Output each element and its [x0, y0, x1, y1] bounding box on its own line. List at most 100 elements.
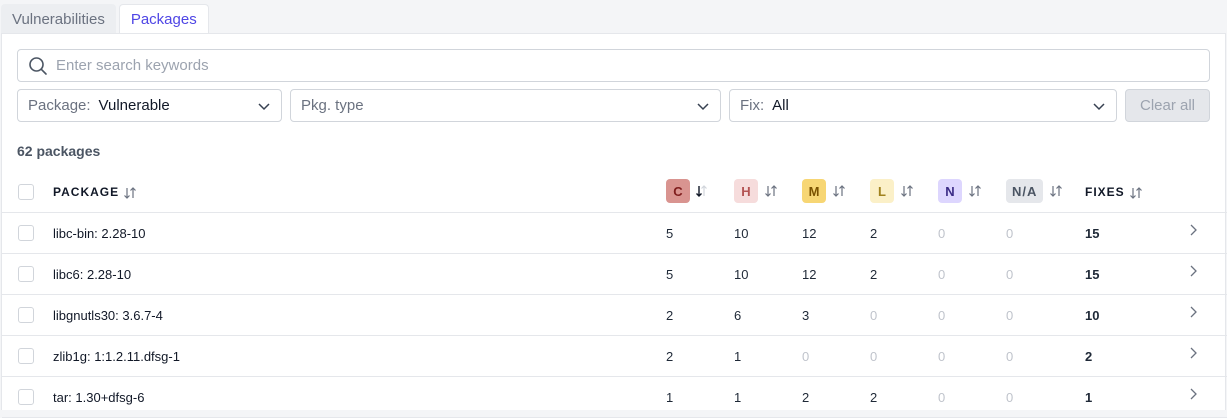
fixes-count: 10: [1085, 308, 1100, 323]
medium-badge: M: [802, 179, 826, 203]
search-icon: [29, 56, 47, 75]
count-na: 0: [1006, 226, 1014, 241]
count-l: 2: [870, 267, 878, 282]
tab-packages[interactable]: Packages: [118, 4, 209, 34]
count-n: 0: [938, 390, 946, 405]
tab-vulnerabilities[interactable]: Vulnerabilities: [1, 4, 116, 34]
chevron-right-icon[interactable]: [1187, 387, 1199, 401]
package-filter-value: Vulnerable: [98, 97, 170, 114]
fix-filter-label: Fix:: [740, 97, 765, 114]
column-header-fixes-label: FIXES: [1085, 185, 1125, 199]
column-header-na[interactable]: N/A: [1006, 179, 1063, 203]
count-m: 3: [802, 308, 810, 323]
column-header-fixes[interactable]: FIXES: [1085, 185, 1143, 200]
table-row[interactable]: libc6: 2.28-10 5 10 12 2 0 0 15: [2, 254, 1227, 295]
package-count: 62 packages: [17, 143, 101, 159]
low-badge: L: [870, 179, 894, 203]
table-row[interactable]: zlib1g: 1:1.2.11.dfsg-1 2 1 0 0 0 0 2: [2, 336, 1227, 377]
count-c: 2: [666, 308, 674, 323]
row-checkbox[interactable]: [18, 307, 34, 323]
sort-icon[interactable]: [764, 184, 778, 198]
select-all-checkbox[interactable]: [18, 184, 34, 200]
column-header-medium[interactable]: M: [802, 179, 846, 203]
count-m: 0: [802, 349, 810, 364]
package-name: zlib1g: 1:1.2.11.dfsg-1: [53, 349, 180, 364]
count-l: 0: [870, 349, 878, 364]
chevron-right-icon[interactable]: [1187, 264, 1199, 278]
fix-filter-value: All: [772, 97, 789, 114]
count-c: 5: [666, 226, 674, 241]
chevron-right-icon[interactable]: [1187, 223, 1199, 237]
search-box[interactable]: [17, 49, 1210, 82]
count-h: 10: [734, 267, 749, 282]
table-header: PACKAGE C H M L N N/A FIXES: [2, 171, 1227, 213]
row-checkbox[interactable]: [18, 348, 34, 364]
chevron-down-icon: [258, 103, 270, 111]
fixes-count: 15: [1085, 267, 1100, 282]
package-name: libc6: 2.28-10: [53, 267, 132, 282]
count-m: 12: [802, 226, 817, 241]
sort-icon[interactable]: [900, 184, 914, 198]
count-n: 0: [938, 226, 946, 241]
count-n: 0: [938, 267, 946, 282]
table-row[interactable]: libgnutls30: 3.6.7-4 2 6 3 0 0 0 10: [2, 295, 1227, 336]
count-m: 12: [802, 267, 817, 282]
negligible-badge: N: [938, 179, 962, 203]
count-na: 0: [1006, 308, 1014, 323]
count-c: 1: [666, 390, 674, 405]
count-l: 2: [870, 226, 878, 241]
pkg-type-filter-select[interactable]: Pkg. type: [290, 89, 721, 122]
row-checkbox[interactable]: [18, 389, 34, 405]
row-checkbox[interactable]: [18, 225, 34, 241]
count-h: 6: [734, 308, 742, 323]
count-na: 0: [1006, 267, 1014, 282]
count-n: 0: [938, 308, 946, 323]
chevron-right-icon[interactable]: [1187, 346, 1199, 360]
sort-desc-icon[interactable]: [694, 184, 708, 198]
na-badge: N/A: [1006, 179, 1044, 203]
count-h: 1: [734, 349, 742, 364]
high-badge: H: [734, 179, 758, 203]
tab-bar: Vulnerabilities Packages: [0, 0, 1227, 34]
column-header-low[interactable]: L: [870, 179, 914, 203]
count-na: 0: [1006, 349, 1014, 364]
package-filter-label: Package:: [28, 97, 91, 114]
table-row[interactable]: tar: 1.30+dfsg-6 1 1 2 2 0 0 1: [2, 377, 1227, 418]
clear-all-button[interactable]: Clear all: [1125, 89, 1210, 122]
chevron-down-icon: [697, 103, 709, 111]
fixes-count: 1: [1085, 390, 1093, 405]
count-h: 10: [734, 226, 749, 241]
count-l: 2: [870, 390, 878, 405]
column-header-package[interactable]: PACKAGE: [53, 185, 137, 200]
column-header-high[interactable]: H: [734, 179, 778, 203]
table-row[interactable]: libc-bin: 2.28-10 5 10 12 2 0 0 15: [2, 213, 1227, 254]
count-na: 0: [1006, 390, 1014, 405]
count-h: 1: [734, 390, 742, 405]
pkg-type-placeholder: Pkg. type: [301, 97, 364, 114]
row-checkbox[interactable]: [18, 266, 34, 282]
chevron-right-icon[interactable]: [1187, 305, 1199, 319]
package-name: tar: 1.30+dfsg-6: [53, 390, 145, 405]
packages-panel: Package: Vulnerable Pkg. type Fix: All C…: [1, 33, 1227, 418]
column-header-critical[interactable]: C: [666, 179, 708, 203]
critical-badge: C: [666, 179, 690, 203]
sort-icon[interactable]: [832, 184, 846, 198]
chevron-down-icon: [1093, 103, 1105, 111]
count-n: 0: [938, 349, 946, 364]
column-header-package-label: PACKAGE: [53, 185, 120, 199]
sort-icon[interactable]: [1129, 186, 1143, 200]
package-name: libgnutls30: 3.6.7-4: [53, 308, 163, 323]
fix-filter-select[interactable]: Fix: All: [729, 89, 1117, 122]
fixes-count: 2: [1085, 349, 1093, 364]
sort-icon[interactable]: [123, 186, 137, 200]
sort-icon[interactable]: [968, 184, 982, 198]
sort-icon[interactable]: [1049, 184, 1063, 198]
count-c: 2: [666, 349, 674, 364]
package-name: libc-bin: 2.28-10: [53, 226, 146, 241]
search-input[interactable]: [56, 57, 1156, 74]
count-c: 5: [666, 267, 674, 282]
package-filter-select[interactable]: Package: Vulnerable: [17, 89, 282, 122]
count-l: 0: [870, 308, 878, 323]
count-m: 2: [802, 390, 810, 405]
column-header-negligible[interactable]: N: [938, 179, 982, 203]
